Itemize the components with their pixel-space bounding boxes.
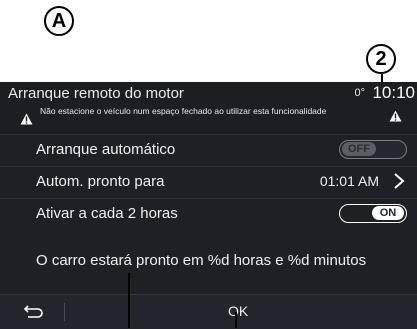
row-label: Autom. pronto para bbox=[36, 173, 165, 190]
ready-info-text: O carro estará pronto em %d horas e %d m… bbox=[36, 252, 367, 269]
back-arrow-icon[interactable] bbox=[22, 304, 44, 320]
automatic-start-toggle[interactable]: OFF bbox=[339, 140, 407, 159]
callout-a: A bbox=[44, 6, 74, 36]
warning-icon-right bbox=[389, 110, 402, 122]
footer-divider bbox=[64, 303, 65, 321]
callout-2: 2 bbox=[366, 44, 396, 74]
toggle-state: ON bbox=[372, 206, 404, 220]
clock: 10:10 bbox=[372, 83, 415, 102]
row-label: Ativar a cada 2 horas bbox=[36, 205, 178, 222]
info-leader-line bbox=[128, 273, 130, 328]
ok-leader-line bbox=[235, 312, 237, 328]
callout-a-label: A bbox=[51, 9, 67, 32]
row-automatic-start[interactable]: Arranque automático OFF bbox=[0, 134, 417, 165]
row-label: Arranque automático bbox=[36, 141, 176, 158]
warning-icon bbox=[20, 113, 33, 125]
ready-time-value: 01:01 AM bbox=[319, 173, 379, 189]
page-title: Arranque remoto do motor bbox=[8, 85, 184, 102]
ok-button[interactable]: OK bbox=[228, 303, 248, 319]
warning-message: Não estacione o veículo num espaço fecha… bbox=[40, 106, 327, 116]
remote-start-screen: Arranque remoto do motor 0° 10:10 Não es… bbox=[0, 82, 417, 329]
footer-bar: OK bbox=[0, 294, 417, 329]
row-activate-every-2h[interactable]: Ativar a cada 2 horas ON bbox=[0, 198, 417, 229]
row-auto-ready[interactable]: Autom. pronto para 01:01 AM bbox=[0, 166, 417, 197]
toggle-state: OFF bbox=[342, 142, 376, 156]
temperature-readout: 0° bbox=[354, 87, 365, 99]
chevron-right-icon[interactable] bbox=[391, 172, 407, 190]
activate-every-2h-toggle[interactable]: ON bbox=[339, 204, 407, 223]
header: Arranque remoto do motor 0° 10:10 Não es… bbox=[0, 82, 417, 134]
callout-2-label: 2 bbox=[375, 47, 387, 70]
